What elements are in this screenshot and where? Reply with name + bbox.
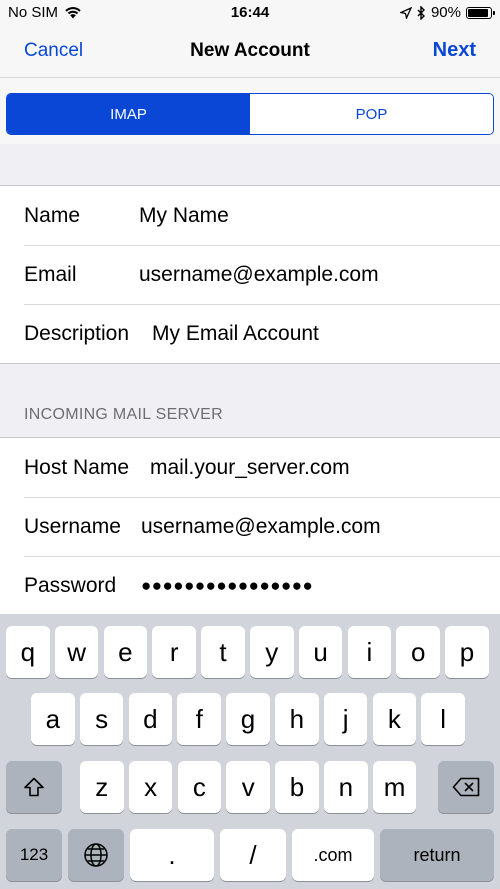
key-g[interactable]: g <box>226 693 270 745</box>
key-x[interactable]: x <box>128 761 173 813</box>
status-right: 90% <box>399 4 495 21</box>
keyboard: qwertyuiop asdfghjkl zxcvbnm 123 . / .co… <box>0 614 500 889</box>
key-a[interactable]: a <box>31 693 75 745</box>
key-m[interactable]: m <box>372 761 417 813</box>
email-field[interactable]: username@example.com <box>139 263 379 287</box>
battery-icon <box>466 6 495 19</box>
password-field[interactable]: ●●●●●●●●●●●●●●●● <box>141 576 313 596</box>
key-h[interactable]: h <box>275 693 319 745</box>
key-c[interactable]: c <box>177 761 222 813</box>
status-bar: No SIM 16:44 90% <box>0 0 500 26</box>
username-field[interactable]: username@example.com <box>141 515 381 539</box>
key-z[interactable]: z <box>80 761 124 813</box>
globe-icon <box>84 843 108 867</box>
description-label: Description <box>24 321 130 345</box>
key-q[interactable]: q <box>6 626 50 678</box>
segment-imap[interactable]: IMAP <box>7 94 250 134</box>
shift-icon <box>24 777 44 797</box>
password-row[interactable]: Password ●●●●●●●●●●●●●●●● <box>0 556 500 615</box>
dotcom-key[interactable]: .com <box>292 829 374 881</box>
description-row[interactable]: Description My Email Account <box>0 304 500 363</box>
password-label: Password <box>24 573 117 597</box>
key-y[interactable]: y <box>250 626 294 678</box>
globe-key[interactable] <box>68 829 124 881</box>
delete-key[interactable] <box>438 761 494 813</box>
shift-key[interactable] <box>6 761 62 813</box>
description-field[interactable]: My Email Account <box>152 322 319 346</box>
key-t[interactable]: t <box>201 626 245 678</box>
incoming-server-group: Host Name mail.your_server.com Username … <box>0 437 500 616</box>
key-s[interactable]: s <box>79 693 124 745</box>
next-button[interactable]: Next <box>433 39 476 62</box>
key-n[interactable]: n <box>324 761 368 813</box>
numbers-key[interactable]: 123 <box>6 829 62 881</box>
email-row[interactable]: Email username@example.com <box>0 245 500 304</box>
host-label: Host Name <box>24 455 130 479</box>
name-row[interactable]: Name My Name <box>0 186 500 245</box>
protocol-segmented-control: IMAP POP <box>6 93 494 135</box>
key-f[interactable]: f <box>177 693 221 745</box>
page-title: New Account <box>190 40 310 61</box>
key-d[interactable]: d <box>128 693 173 745</box>
navigation-bar: Cancel New Account Next <box>0 26 500 78</box>
account-info-group: Name My Name Email username@example.com … <box>0 185 500 364</box>
section-header-incoming: INCOMING MAIL SERVER <box>24 406 223 423</box>
location-arrow-icon <box>399 6 412 19</box>
segment-container: IMAP POP <box>0 78 500 144</box>
username-label: Username <box>24 514 121 538</box>
backspace-icon <box>452 777 480 797</box>
email-label: Email <box>24 262 77 286</box>
battery-percent: 90% <box>430 4 461 21</box>
host-field[interactable]: mail.your_server.com <box>150 456 350 480</box>
key-i[interactable]: i <box>347 626 392 678</box>
name-field[interactable]: My Name <box>139 204 229 228</box>
bluetooth-icon <box>417 5 425 20</box>
slash-key[interactable]: / <box>220 829 286 881</box>
key-v[interactable]: v <box>226 761 270 813</box>
key-r[interactable]: r <box>152 626 196 678</box>
username-row[interactable]: Username username@example.com <box>0 497 500 556</box>
key-l[interactable]: l <box>421 693 465 745</box>
battery-fill <box>468 8 488 17</box>
key-j[interactable]: j <box>323 693 368 745</box>
key-e[interactable]: e <box>103 626 148 678</box>
key-u[interactable]: u <box>298 626 343 678</box>
key-k[interactable]: k <box>372 693 417 745</box>
host-row[interactable]: Host Name mail.your_server.com <box>0 438 500 497</box>
return-key[interactable]: return <box>380 829 494 881</box>
key-w[interactable]: w <box>54 626 99 678</box>
name-label: Name <box>24 203 81 227</box>
dot-key[interactable]: . <box>130 829 214 881</box>
key-p[interactable]: p <box>445 626 489 678</box>
key-o[interactable]: o <box>396 626 440 678</box>
key-b[interactable]: b <box>275 761 319 813</box>
segment-pop[interactable]: POP <box>250 94 493 134</box>
